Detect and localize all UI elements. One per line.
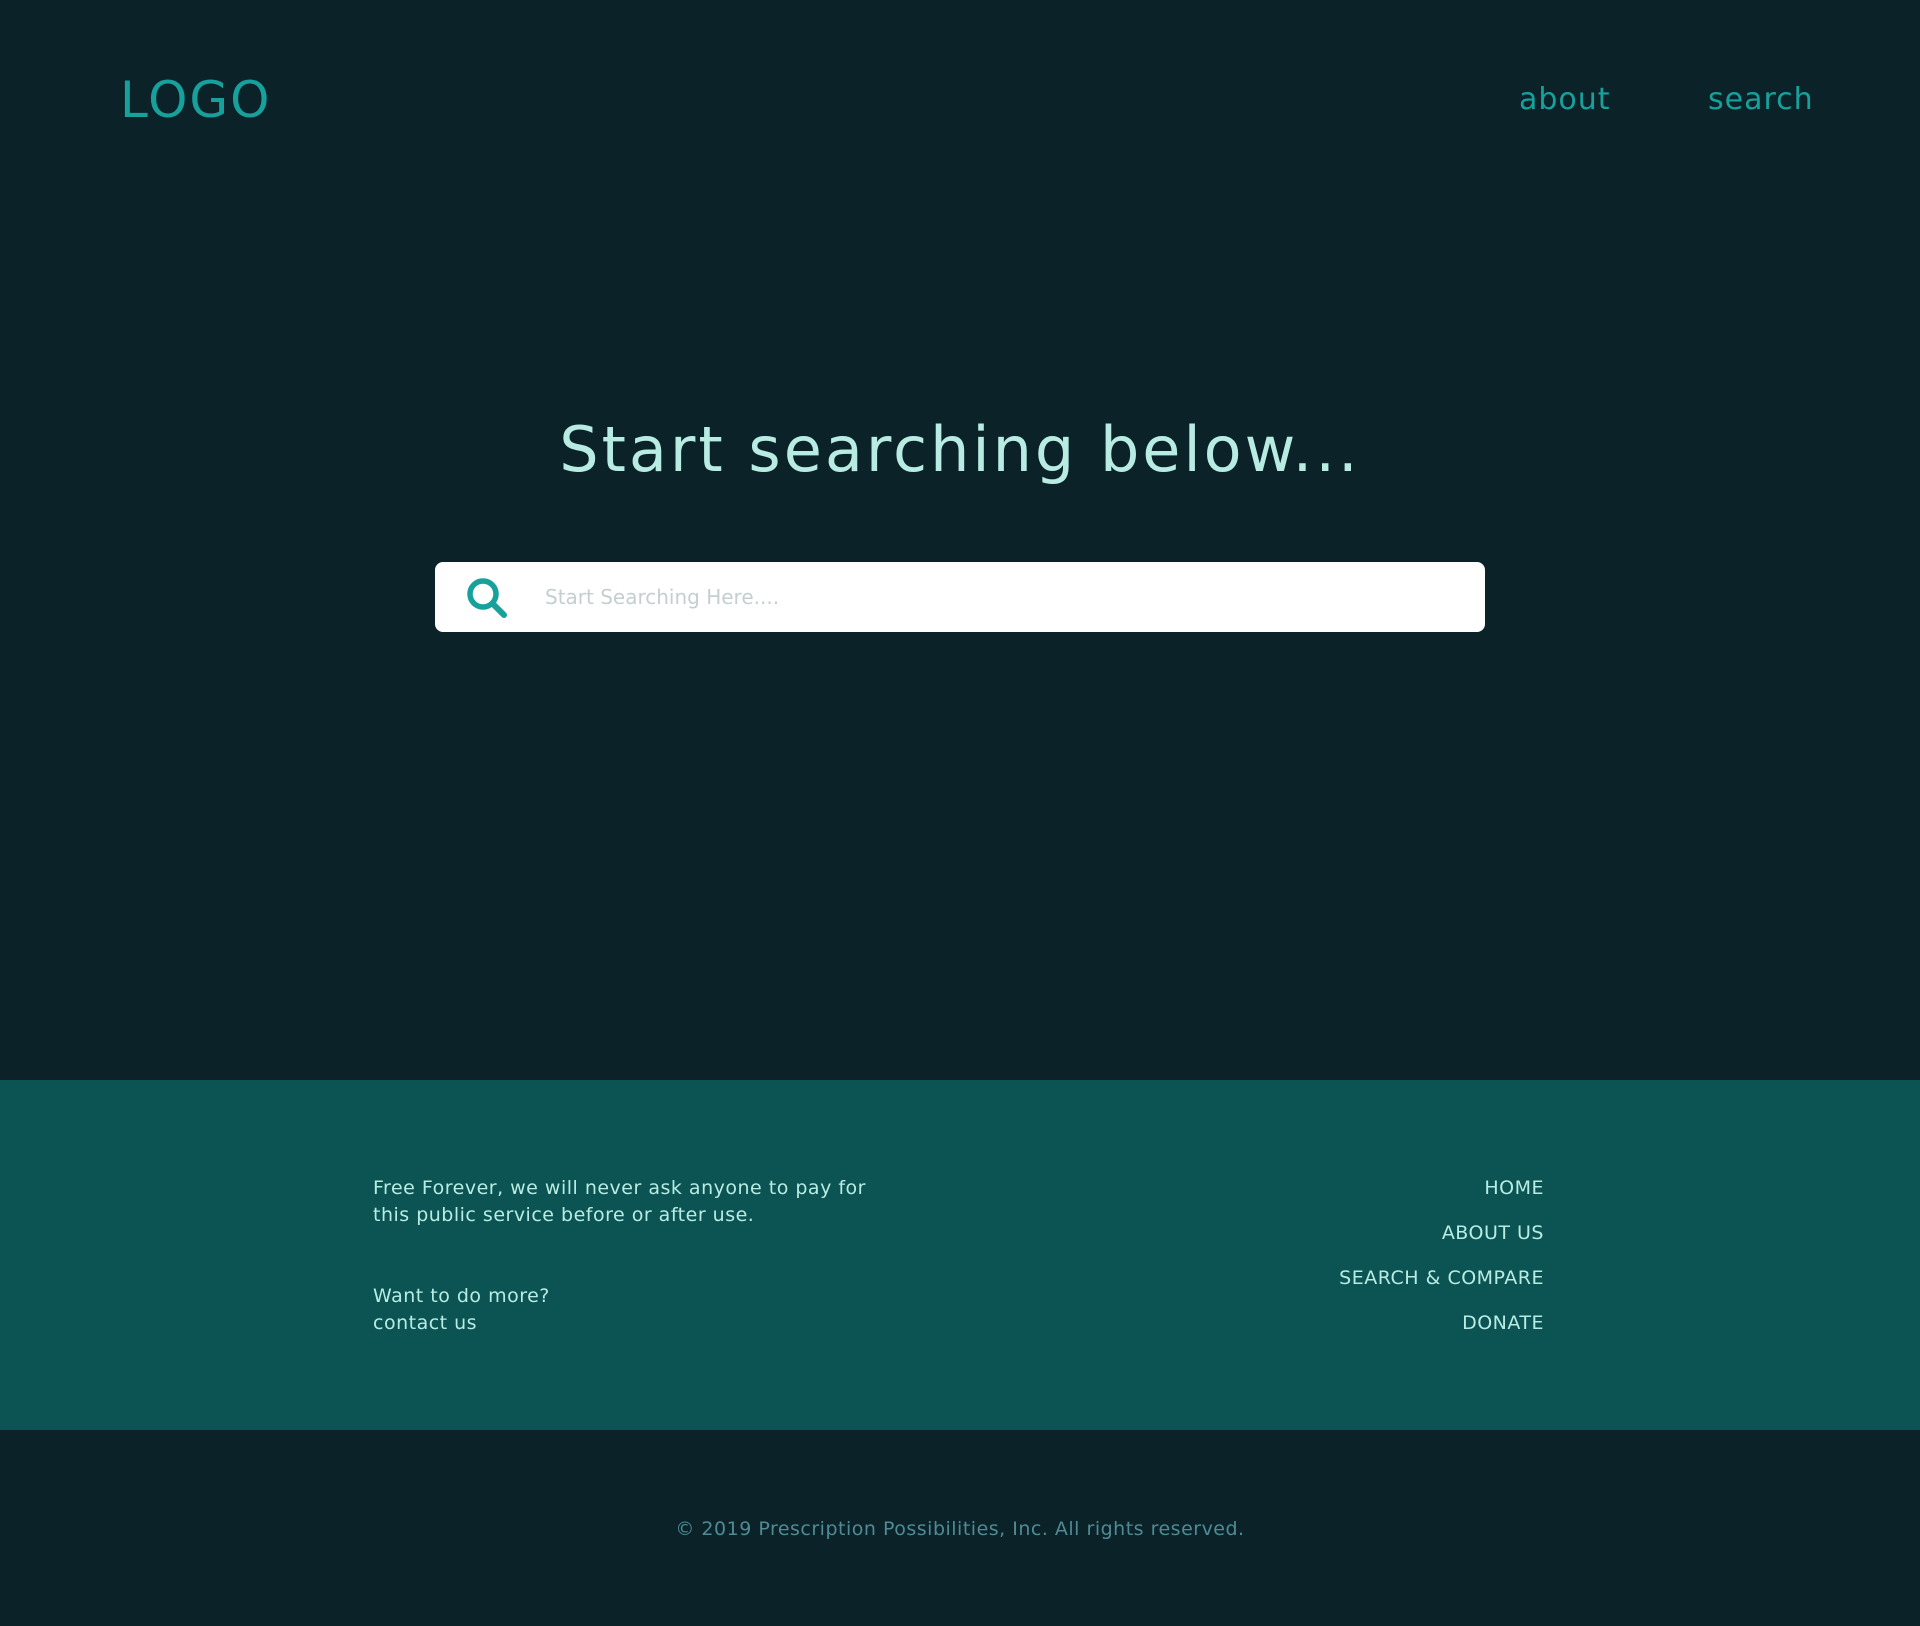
search-icon[interactable] bbox=[465, 576, 509, 620]
footer-nav-donate[interactable]: DONATE bbox=[1339, 1310, 1544, 1337]
footer-nav-about-us[interactable]: ABOUT US bbox=[1339, 1220, 1544, 1247]
logo[interactable]: LOGO bbox=[120, 70, 272, 130]
nav-link-about[interactable]: about bbox=[1519, 80, 1611, 120]
contact-us-link[interactable]: contact us bbox=[373, 1310, 477, 1337]
footer-more-prompt: Want to do more? bbox=[373, 1285, 550, 1307]
footer: Free Forever, we will never ask anyone t… bbox=[0, 1080, 1920, 1430]
search-input[interactable] bbox=[545, 562, 1465, 632]
footer-nav: HOME ABOUT US SEARCH & COMPARE DONATE bbox=[1339, 1175, 1544, 1355]
search-bar[interactable] bbox=[435, 562, 1485, 632]
footer-nav-home[interactable]: HOME bbox=[1339, 1175, 1544, 1202]
hero-title: Start searching below... bbox=[559, 413, 1361, 486]
copyright-text: © 2019 Prescription Possibilities, Inc. … bbox=[675, 1518, 1245, 1540]
footer-nav-search-compare[interactable]: SEARCH & COMPARE bbox=[1339, 1265, 1544, 1292]
nav-link-search[interactable]: search bbox=[1708, 80, 1814, 120]
site-header: LOGO about search bbox=[0, 0, 1920, 200]
footer-mission-text: Free Forever, we will never ask anyone t… bbox=[373, 1177, 866, 1226]
